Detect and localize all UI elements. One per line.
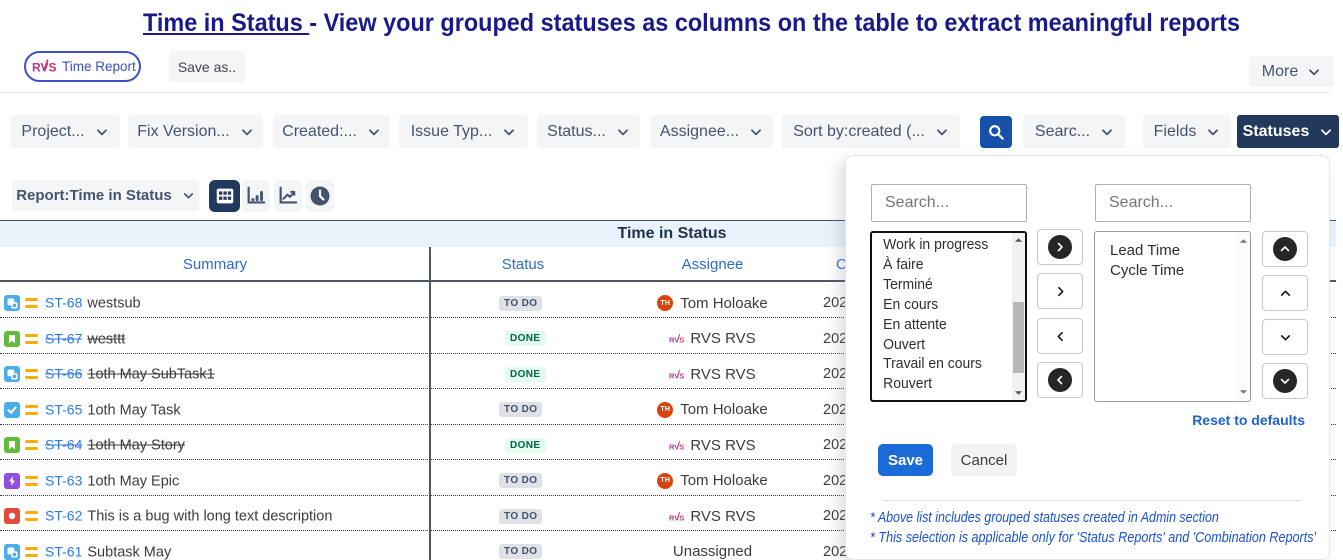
svg-text:RVS: RVS	[32, 61, 56, 75]
svg-text:RVS: RVS	[669, 442, 684, 451]
svg-text:RVS: RVS	[669, 371, 684, 380]
svg-text:RVS: RVS	[669, 513, 684, 522]
svg-text:RVS: RVS	[669, 336, 684, 345]
